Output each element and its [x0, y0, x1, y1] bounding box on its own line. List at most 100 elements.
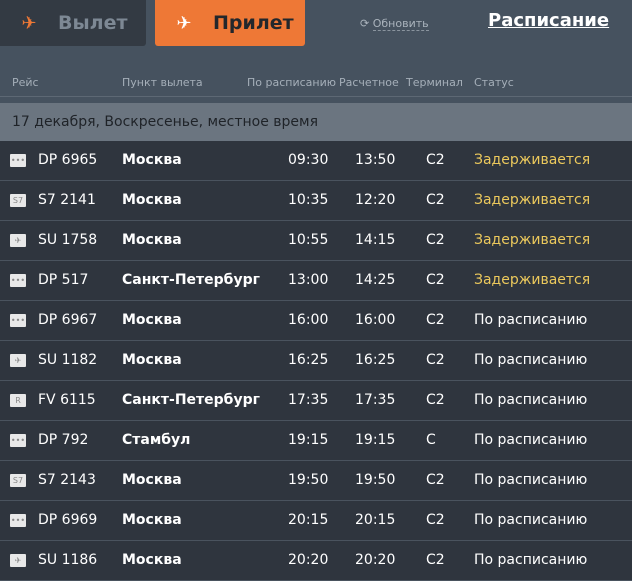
scheduled-time: 10:35: [288, 192, 329, 208]
airline-logo-icon: •••: [10, 514, 26, 527]
origin-city: Москва: [122, 312, 182, 328]
tab-departure[interactable]: ✈ Вылет: [0, 0, 146, 46]
flight-number: SU 1758: [38, 232, 98, 248]
scheduled-time: 16:25: [288, 352, 329, 368]
landing-icon: ✈: [176, 12, 192, 34]
table-row[interactable]: ••• DP 6967 Москва 16:00 16:00 C2 По рас…: [0, 301, 632, 341]
scheduled-time: 10:55: [288, 232, 329, 248]
airline-logo-icon: S7: [10, 474, 26, 487]
table-row[interactable]: ✈ SU 1186 Москва 20:20 20:20 C2 По распи…: [0, 541, 632, 581]
status: Задерживается: [474, 232, 591, 248]
tab-departure-label: Вылет: [58, 12, 128, 34]
tab-arrival-label: Прилет: [213, 12, 294, 34]
terminal: C2: [426, 512, 445, 528]
status: По расписанию: [474, 312, 588, 328]
top-bar: ✈ Вылет ✈ Прилет ⟳ Обновить Расписание: [0, 0, 632, 46]
table-header: Рейс Пункт вылета По расписанию Расчетно…: [0, 46, 632, 97]
estimated-time: 12:20: [355, 192, 396, 208]
col-status: Статус: [474, 76, 514, 89]
origin-city: Москва: [122, 472, 182, 488]
origin-city: Москва: [122, 232, 182, 248]
status: Задерживается: [474, 192, 591, 208]
status: По расписанию: [474, 432, 588, 448]
airline-logo-icon: R: [10, 394, 26, 407]
refresh-icon: ⟳: [360, 17, 370, 30]
origin-city: Москва: [122, 152, 182, 168]
status: По расписанию: [474, 472, 588, 488]
col-scheduled: По расписанию: [247, 76, 336, 89]
refresh-label: Обновить: [372, 17, 429, 31]
estimated-time: 13:50: [355, 152, 396, 168]
col-flight: Рейс: [12, 76, 39, 89]
airline-logo-icon: ✈: [10, 554, 26, 567]
origin-city: Стамбул: [122, 432, 191, 448]
terminal: C2: [426, 472, 445, 488]
airline-logo-icon: •••: [10, 154, 26, 167]
flight-number: S7 2143: [38, 472, 96, 488]
refresh-button[interactable]: ⟳ Обновить: [360, 17, 429, 31]
table-row[interactable]: S7 S7 2141 Москва 10:35 12:20 C2 Задержи…: [0, 181, 632, 221]
status: По расписанию: [474, 512, 588, 528]
table-row[interactable]: ••• DP 6965 Москва 09:30 13:50 C2 Задерж…: [0, 141, 632, 181]
terminal: C2: [426, 392, 445, 408]
estimated-time: 14:15: [355, 232, 396, 248]
status: По расписанию: [474, 352, 588, 368]
tab-arrival[interactable]: ✈ Прилет: [155, 0, 305, 46]
scheduled-time: 16:00: [288, 312, 329, 328]
terminal: C: [426, 432, 436, 448]
airline-logo-icon: •••: [10, 314, 26, 327]
terminal: C2: [426, 232, 445, 248]
flight-number: DP 6969: [38, 512, 98, 528]
table-row[interactable]: ••• DP 517 Санкт-Петербург 13:00 14:25 C…: [0, 261, 632, 301]
col-terminal: Терминал: [406, 76, 463, 89]
estimated-time: 20:15: [355, 512, 396, 528]
flights-list: ••• DP 6965 Москва 09:30 13:50 C2 Задерж…: [0, 141, 632, 581]
status: Задерживается: [474, 152, 591, 168]
estimated-time: 19:50: [355, 472, 396, 488]
estimated-time: 16:00: [355, 312, 396, 328]
scheduled-time: 20:20: [288, 552, 329, 568]
airline-logo-icon: S7: [10, 194, 26, 207]
status: По расписанию: [474, 552, 588, 568]
estimated-time: 16:25: [355, 352, 396, 368]
table-row[interactable]: S7 S7 2143 Москва 19:50 19:50 C2 По расп…: [0, 461, 632, 501]
terminal: C2: [426, 552, 445, 568]
scheduled-time: 20:15: [288, 512, 329, 528]
origin-city: Москва: [122, 512, 182, 528]
estimated-time: 17:35: [355, 392, 396, 408]
terminal: C2: [426, 272, 445, 288]
terminal: C2: [426, 192, 445, 208]
table-row[interactable]: ✈ SU 1182 Москва 16:25 16:25 C2 По распи…: [0, 341, 632, 381]
estimated-time: 14:25: [355, 272, 396, 288]
table-row[interactable]: ••• DP 6969 Москва 20:15 20:15 C2 По рас…: [0, 501, 632, 541]
origin-city: Москва: [122, 192, 182, 208]
flight-number: SU 1182: [38, 352, 98, 368]
airline-logo-icon: ✈: [10, 234, 26, 247]
takeoff-icon: ✈: [21, 12, 37, 34]
col-estimated: Расчетное: [339, 76, 399, 89]
status: Задерживается: [474, 272, 591, 288]
col-origin: Пункт вылета: [122, 76, 203, 89]
scheduled-time: 19:50: [288, 472, 329, 488]
date-header: 17 декабря, Воскресенье, местное время: [0, 103, 632, 141]
terminal: C2: [426, 352, 445, 368]
origin-city: Москва: [122, 352, 182, 368]
scheduled-time: 19:15: [288, 432, 329, 448]
flight-number: S7 2141: [38, 192, 96, 208]
flight-number: DP 517: [38, 272, 89, 288]
table-row[interactable]: ✈ SU 1758 Москва 10:55 14:15 C2 Задержив…: [0, 221, 632, 261]
schedule-link[interactable]: Расписание: [488, 10, 609, 31]
table-row[interactable]: ••• DP 792 Стамбул 19:15 19:15 C По расп…: [0, 421, 632, 461]
scheduled-time: 13:00: [288, 272, 329, 288]
airline-logo-icon: ✈: [10, 354, 26, 367]
table-row[interactable]: R FV 6115 Санкт-Петербург 17:35 17:35 C2…: [0, 381, 632, 421]
origin-city: Москва: [122, 552, 182, 568]
flight-number: DP 6967: [38, 312, 98, 328]
estimated-time: 20:20: [355, 552, 396, 568]
origin-city: Санкт-Петербург: [122, 272, 260, 288]
status: По расписанию: [474, 392, 588, 408]
origin-city: Санкт-Петербург: [122, 392, 260, 408]
flight-number: DP 6965: [38, 152, 98, 168]
terminal: C2: [426, 312, 445, 328]
scheduled-time: 09:30: [288, 152, 329, 168]
